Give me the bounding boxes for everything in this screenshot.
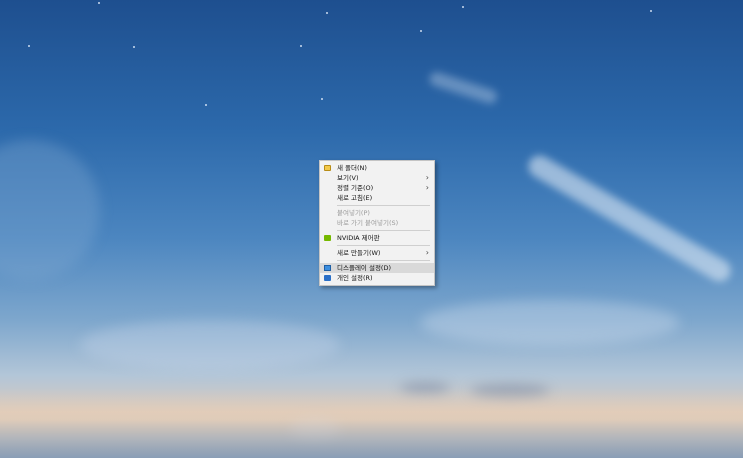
menu-item-new[interactable]: 새로 만들기(W) › — [320, 248, 434, 258]
menu-separator — [337, 245, 430, 246]
menu-item-paste: 붙여넣기(P) — [320, 208, 434, 218]
star — [462, 6, 464, 8]
cloud — [0, 140, 100, 280]
menu-item-label: 개인 설정(R) — [337, 274, 373, 282]
star — [420, 30, 422, 32]
cloud — [80, 320, 340, 370]
star — [650, 10, 652, 12]
star — [98, 2, 100, 4]
nvidia-icon — [324, 235, 331, 241]
chevron-right-icon: › — [425, 183, 429, 192]
menu-item-label: 새로 고침(E) — [337, 194, 373, 202]
menu-separator — [337, 230, 430, 231]
menu-separator — [337, 205, 430, 206]
menu-item-paste-shortcut: 바로 가기 붙여넣기(S) — [320, 218, 434, 228]
menu-separator — [337, 260, 430, 261]
chevron-right-icon: › — [425, 248, 429, 257]
star — [326, 12, 328, 14]
menu-item-label: 새로 만들기(W) — [337, 249, 381, 257]
cloud-wisp — [427, 70, 499, 106]
desktop-context-menu: 새 폴더(N) 보기(V) › 정렬 기준(O) › 새로 고침(E) 붙여넣기… — [319, 160, 435, 286]
menu-item-label: 바로 가기 붙여넣기(S) — [337, 219, 399, 227]
star — [28, 45, 30, 47]
personalize-icon — [324, 275, 331, 281]
cloud — [420, 300, 680, 345]
menu-item-label: 붙여넣기(P) — [337, 209, 370, 217]
star — [300, 45, 302, 47]
menu-item-new-folder[interactable]: 새 폴더(N) — [320, 163, 434, 173]
star — [321, 98, 323, 100]
menu-item-personalize[interactable]: 개인 설정(R) — [320, 273, 434, 283]
menu-item-label: 새 폴더(N) — [337, 164, 367, 172]
horizon-glow — [0, 388, 743, 458]
menu-item-label: 정렬 기준(O) — [337, 184, 374, 192]
new-folder-icon — [324, 165, 331, 171]
menu-item-sort-by[interactable]: 정렬 기준(O) › — [320, 183, 434, 193]
menu-item-label: 디스플레이 설정(D) — [337, 264, 392, 272]
menu-item-display-settings[interactable]: 디스플레이 설정(D) — [320, 263, 434, 273]
chevron-right-icon: › — [425, 173, 429, 182]
menu-item-label: 보기(V) — [337, 174, 359, 182]
display-icon — [324, 265, 331, 271]
menu-item-label: NVIDIA 제어판 — [337, 234, 380, 242]
menu-item-view[interactable]: 보기(V) › — [320, 173, 434, 183]
menu-item-nvidia-control-panel[interactable]: NVIDIA 제어판 — [320, 233, 434, 243]
menu-item-refresh[interactable]: 새로 고침(E) — [320, 193, 434, 203]
star — [205, 104, 207, 106]
star — [133, 46, 135, 48]
jet-contrail — [524, 151, 735, 286]
